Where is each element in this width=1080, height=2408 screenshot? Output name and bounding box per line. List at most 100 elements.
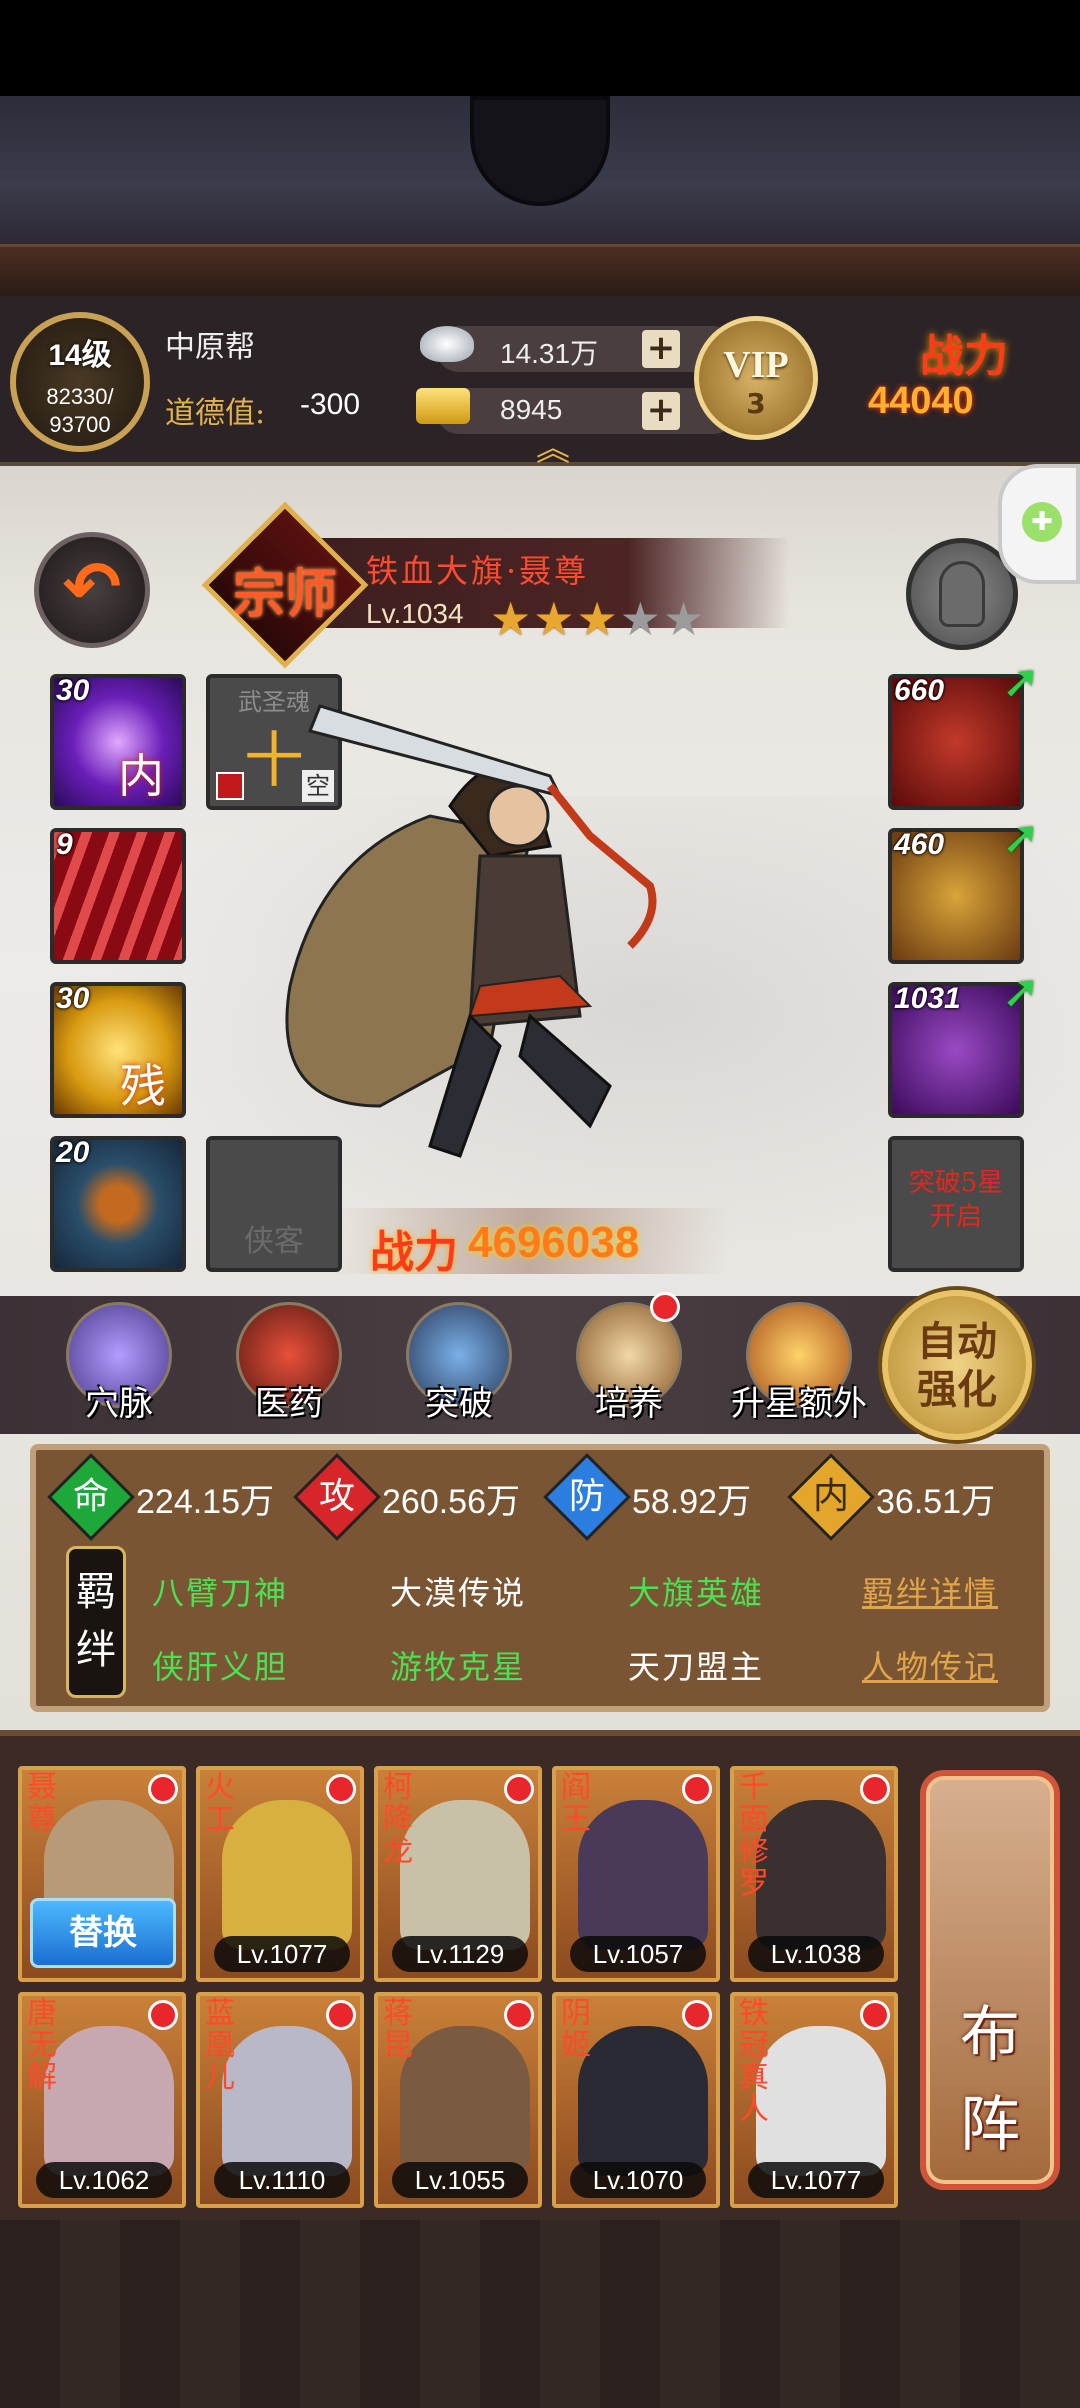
replace-button[interactable]: 替换: [30, 1898, 176, 1968]
roster-card[interactable]: 唐无解 Lv.1062: [18, 1992, 186, 2208]
roster-hero-level: Lv.1129: [392, 1936, 528, 1972]
hero-portrait: [578, 2026, 708, 2176]
hero-portrait: [44, 2026, 174, 2176]
total-power-label: 战力: [920, 331, 1008, 382]
roster-hero-name: 千面修罗: [739, 1770, 769, 1901]
hero-power-label: 战力: [370, 1227, 458, 1278]
star-upgrade-extra-button[interactable]: 升星额外: [731, 1302, 867, 1430]
roster-card-selected[interactable]: 聂尊 替换: [18, 1766, 186, 1982]
roster-card[interactable]: 千面修罗 Lv.1038: [730, 1766, 898, 1982]
notification-dot: [326, 2000, 356, 2030]
hp-icon-char: 命: [72, 1476, 109, 1517]
bottom-floor-decoration: [0, 2220, 1080, 2408]
hero-portrait: [400, 2026, 530, 2176]
hero-portrait: [222, 1800, 352, 1950]
notification-dot: [148, 2000, 178, 2030]
skill-slot-level: 20: [56, 1136, 90, 1169]
add-gold-button[interactable]: +: [642, 392, 680, 430]
roster-hero-name: 火工: [205, 1770, 235, 1837]
roster-card[interactable]: 火工 Lv.1077: [196, 1766, 364, 1982]
meridian-button[interactable]: 穴脉: [54, 1302, 184, 1430]
hero-detail-area: ↶ 宗师 铁血大旗·聂尊 Lv.1034 ★★★★★ ✚ 30 内 9 30 残…: [0, 464, 1080, 1730]
hero-power-value: 4696038: [468, 1218, 640, 1267]
bond-item[interactable]: 天刀盟主: [628, 1642, 764, 1688]
formation-button[interactable]: 布 阵: [920, 1770, 1060, 2190]
locked-slot[interactable]: 突破5星开启: [888, 1136, 1024, 1272]
hero-level: Lv.1034: [366, 598, 464, 629]
skill-slot-2[interactable]: 9: [50, 828, 186, 964]
roster-card[interactable]: 阴姬 Lv.1070: [552, 1992, 720, 2208]
roster-card[interactable]: 柯降龙 Lv.1129: [374, 1766, 542, 1982]
star-filled-icon: ★: [533, 592, 577, 646]
skill-slot-1[interactable]: 30 内: [50, 674, 186, 810]
biography-link[interactable]: 人物传记: [862, 1642, 998, 1688]
bond-item[interactable]: 游牧克星: [390, 1642, 526, 1688]
status-bar: [0, 0, 1080, 96]
bond-item[interactable]: 侠肝义胆: [152, 1642, 288, 1688]
player-exp-max: 93700: [49, 412, 111, 437]
notification-dot: [860, 1774, 890, 1804]
bond-item[interactable]: 大漠传说: [390, 1568, 526, 1614]
star-filled-icon: ★: [576, 592, 620, 646]
hero-rank: 宗师: [232, 564, 337, 625]
bond-item[interactable]: 大旗英雄: [628, 1568, 764, 1614]
roster-hero-name: 唐无解: [27, 1996, 57, 2095]
skill-slot-level: 30: [56, 982, 90, 1015]
bond-tag-text: 羁绊: [76, 1569, 116, 1673]
roster-hero-level: Lv.1057: [570, 1936, 706, 1972]
notification-dot: [682, 2000, 712, 2030]
vip-label: VIP: [723, 344, 789, 386]
roster-hero-level: Lv.1077: [214, 1936, 350, 1972]
back-arrow-icon[interactable]: ↶: [34, 532, 150, 648]
formation-line1: 布: [960, 2000, 1020, 2070]
star-empty-icon: ★: [663, 592, 707, 646]
roster-card[interactable]: 蓝凰儿 Lv.1110: [196, 1992, 364, 2208]
medicine-button[interactable]: 医药: [224, 1302, 354, 1430]
menu-label: 升星额外: [731, 1384, 867, 1424]
skill-slot-level: 9: [56, 828, 73, 861]
roster-hero-name: 阴姬: [561, 1996, 591, 2063]
gamepad-icon: ✚: [1022, 502, 1062, 542]
roster-card[interactable]: 阎王 Lv.1057: [552, 1766, 720, 1982]
roster-hero-name: 柯降龙: [383, 1770, 413, 1869]
hero-name: 铁血大旗·聂尊: [366, 552, 590, 590]
equipment-level: 460: [894, 828, 945, 861]
roster-hero-name: 蓝凰儿: [205, 1996, 235, 2095]
bond-tag: 羁绊: [66, 1546, 126, 1698]
right-leg-shape: [518, 1013, 612, 1129]
add-silver-button[interactable]: +: [642, 330, 680, 368]
notification-dot: [682, 1774, 712, 1804]
menu-label: 突破: [425, 1384, 493, 1424]
auto-strengthen-button[interactable]: 自动 强化: [882, 1290, 1032, 1440]
floating-assistant-ball[interactable]: ✚: [998, 464, 1080, 584]
roster-hero-level: Lv.1077: [748, 2162, 884, 2198]
roster-hero-name: 聂尊: [27, 1770, 57, 1837]
notification-dot: [504, 2000, 534, 2030]
bond-detail-link[interactable]: 羁绊详情: [862, 1568, 998, 1614]
bond-item[interactable]: 八臂刀神: [152, 1568, 288, 1614]
notification-dot: [148, 1774, 178, 1804]
blade-shape: [307, 704, 563, 799]
roster-card[interactable]: 蒋昆 Lv.1055: [374, 1992, 542, 2208]
roster-hero-level: Lv.1038: [748, 1936, 884, 1972]
hero-portrait: [756, 2026, 886, 2176]
expand-chevron-up-icon[interactable]: ︽: [528, 432, 578, 466]
silver-ingot-icon: [420, 326, 474, 362]
cultivate-button[interactable]: 培养: [564, 1292, 694, 1430]
skill-slot-4[interactable]: 20: [50, 1136, 186, 1272]
hero-portrait: [222, 2026, 352, 2176]
player-level-badge[interactable]: 14级 82330/ 93700: [10, 312, 150, 452]
roster-card[interactable]: 铁冠真人 Lv.1077: [730, 1992, 898, 2208]
defense-icon-char: 防: [568, 1476, 605, 1517]
skill-slot-3[interactable]: 30 残: [50, 982, 186, 1118]
internal-value: 36.51万: [876, 1483, 996, 1521]
hero-roster: 聂尊 替换 火工 Lv.1077 柯降龙 Lv.1129 阎王 Lv.1057 …: [0, 1730, 1080, 2220]
roof-beam: [0, 244, 1080, 296]
auto-strengthen-line2: 强化: [917, 1366, 997, 1413]
vip-badge[interactable]: VIP 3: [694, 316, 818, 440]
guild-name[interactable]: 中原帮: [165, 322, 255, 366]
breakthrough-button[interactable]: 突破: [394, 1302, 524, 1430]
roster-hero-name: 铁冠真人: [739, 1996, 769, 2127]
menu-label: 穴脉: [85, 1384, 153, 1424]
notification-dot: [326, 1774, 356, 1804]
